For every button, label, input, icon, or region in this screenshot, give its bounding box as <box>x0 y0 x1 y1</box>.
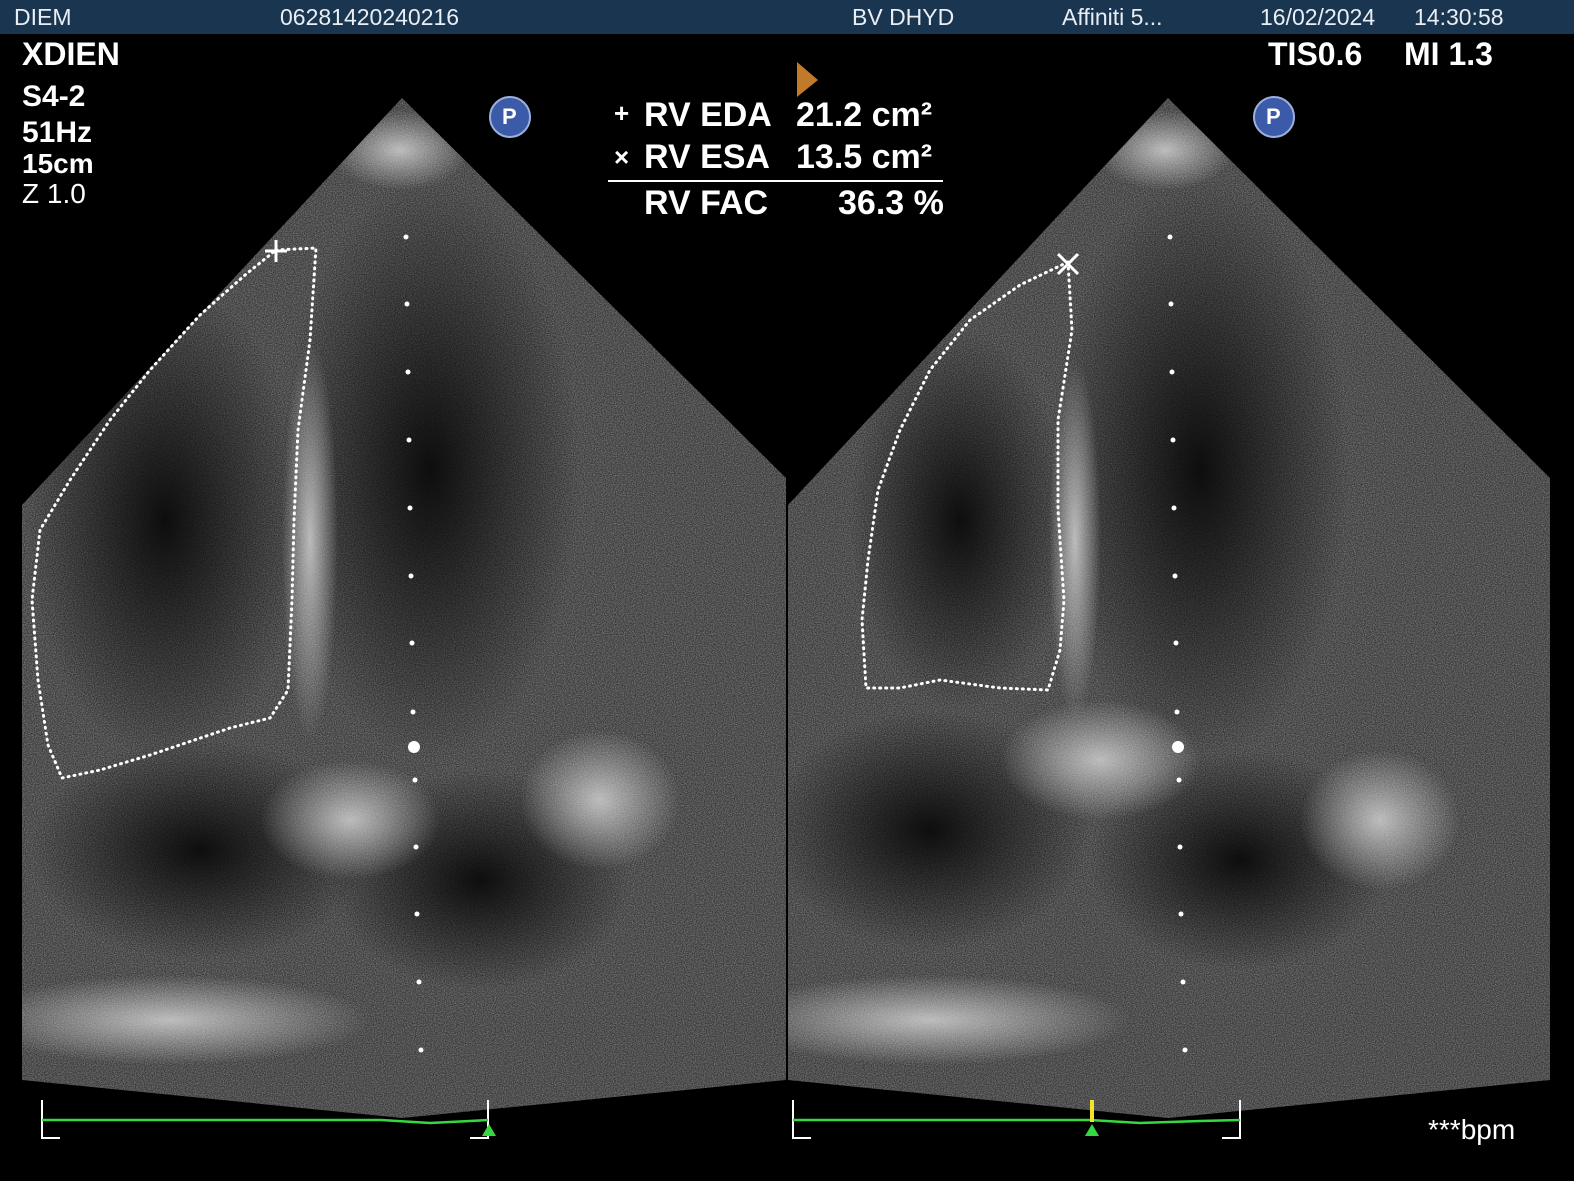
echo-image-area <box>22 62 1550 1139</box>
p-badge-left-label: P <box>502 104 517 129</box>
rv-eda-label: RV EDA <box>644 96 772 134</box>
heart-rate-label: ***bpm <box>1428 1114 1516 1145</box>
rv-esa-value: 13.5 cm² <box>796 138 933 176</box>
orientation-marker-icon <box>797 62 818 97</box>
frame-rate-label: 51Hz <box>22 116 93 149</box>
probe-label: S4-2 <box>22 80 86 113</box>
zoom-label: Z 1.0 <box>22 178 86 209</box>
patient-name: XDIEN <box>22 36 120 72</box>
plus-marker-icon: + <box>614 98 630 128</box>
ecg-trigger-icon <box>1085 1124 1099 1136</box>
right-echo-frame <box>788 98 1550 1118</box>
tis-label: TIS0.6 <box>1268 36 1363 72</box>
depth-label: 15cm <box>22 148 94 179</box>
left-echo-frame <box>22 98 786 1118</box>
rv-eda-value: 21.2 cm² <box>796 96 933 134</box>
cross-marker-icon: × <box>614 142 630 172</box>
mi-label: MI 1.3 <box>1404 36 1493 72</box>
rv-fac-value: 36.3 % <box>838 184 944 222</box>
p-badge-right-label: P <box>1266 104 1281 129</box>
rv-fac-label: RV FAC <box>644 184 769 222</box>
ecg-trigger-icon <box>482 1124 496 1136</box>
rv-esa-label: RV ESA <box>644 138 770 176</box>
